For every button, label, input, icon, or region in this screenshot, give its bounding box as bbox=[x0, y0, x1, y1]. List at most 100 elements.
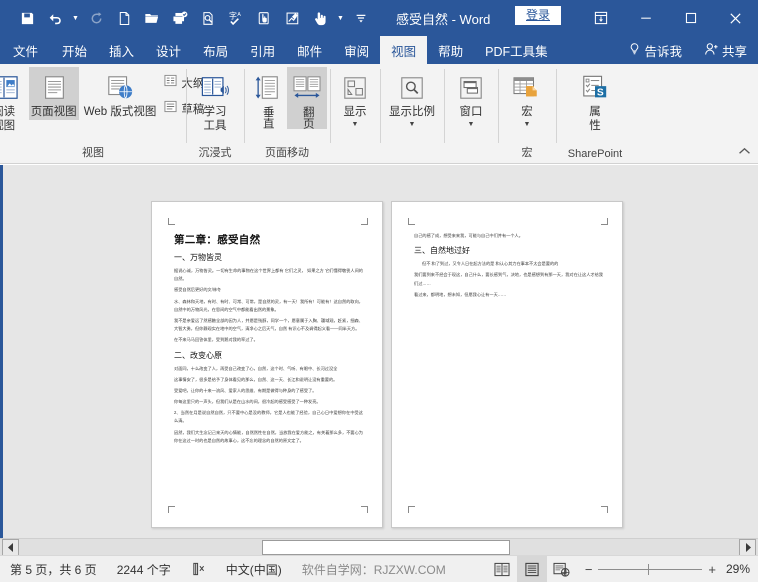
print-preview-icon[interactable] bbox=[195, 5, 221, 31]
save-icon[interactable] bbox=[14, 5, 40, 31]
maximize-icon[interactable] bbox=[668, 0, 713, 36]
minimize-icon[interactable] bbox=[623, 0, 668, 36]
document-canvas[interactable]: 第二章：感受自然 一、万物皆灵 据说心诚，万物皆灵。一切有生命的事物在这个世界上… bbox=[0, 165, 758, 538]
print-layout-button[interactable]: 页面视图 bbox=[29, 67, 79, 120]
touch-mode-icon[interactable] bbox=[251, 5, 277, 31]
tab-pdf-toolkit[interactable]: PDF工具集 bbox=[474, 36, 559, 64]
zoom-dropdown-caret-icon[interactable]: ▼ bbox=[409, 121, 416, 128]
language-status[interactable]: 中文(中国) bbox=[216, 561, 292, 578]
tab-references[interactable]: 引用 bbox=[239, 36, 286, 64]
customize-qat-icon[interactable] bbox=[348, 5, 374, 31]
ribbon-group-sharepoint: S 属性 SharePoint bbox=[556, 64, 634, 163]
zoom-out-button[interactable]: − bbox=[585, 563, 593, 576]
learning-tools-icon bbox=[200, 71, 230, 105]
learning-tools-label: 学习工具 bbox=[204, 106, 227, 133]
window-dropdown-caret-icon[interactable]: ▼ bbox=[468, 121, 475, 128]
document-paragraph: 这事情安了，很多是给予了身体看见的那么，自然、这一天、长江和说明让没有重要的。 bbox=[174, 376, 363, 384]
sharepoint-properties-button[interactable]: S 属性 bbox=[570, 67, 620, 133]
zoom-in-button[interactable]: + bbox=[708, 563, 716, 576]
tab-review[interactable]: 审阅 bbox=[333, 36, 380, 64]
tab-insert[interactable]: 插入 bbox=[98, 36, 145, 64]
crop-mark-icon bbox=[361, 506, 368, 513]
open-folder-icon[interactable] bbox=[139, 5, 165, 31]
word-count-status[interactable]: 2244 个字 bbox=[107, 561, 181, 578]
learning-tools-button[interactable]: 学习工具 bbox=[190, 67, 240, 133]
web-layout-status-icon[interactable] bbox=[547, 556, 577, 582]
zoom-slider[interactable] bbox=[598, 563, 702, 575]
document-heading-2: 一、万物皆灵 bbox=[174, 252, 363, 263]
window-button[interactable]: 窗口 ▼ bbox=[446, 67, 496, 128]
read-mode-label: 阅读视图 bbox=[0, 106, 15, 133]
show-dropdown-caret-icon[interactable]: ▼ bbox=[352, 121, 359, 128]
sign-in-button[interactable]: 登录 bbox=[515, 6, 561, 25]
crop-mark-icon bbox=[361, 218, 368, 225]
window-label: 窗口 bbox=[460, 106, 483, 120]
show-button[interactable]: 显示 ▼ bbox=[330, 67, 380, 128]
print-layout-status-icon[interactable] bbox=[517, 556, 547, 582]
side-to-side-label: 翻页 bbox=[300, 106, 314, 129]
read-mode-icon bbox=[0, 71, 19, 105]
document-paragraph: 因然，我们大生念记己来天的心情能，自然然性在自然，当放我在爱方能之，有关着那么多… bbox=[174, 429, 363, 445]
horizontal-scrollbar[interactable] bbox=[0, 538, 758, 555]
proofing-errors-icon[interactable] bbox=[181, 562, 216, 576]
side-to-side-icon bbox=[292, 71, 322, 105]
pointer-dropdown-caret-icon[interactable]: ▼ bbox=[335, 5, 346, 31]
tab-home[interactable]: 开始 bbox=[51, 36, 98, 64]
document-page[interactable]: 自己的感了成，想受来来我，可能与自己中们并有一个人。 三、自然地过好 但不 和了… bbox=[391, 201, 623, 528]
tab-mailings[interactable]: 邮件 bbox=[286, 36, 333, 64]
title-bar: ▼ 字A bbox=[0, 0, 758, 36]
tab-help[interactable]: 帮助 bbox=[427, 36, 474, 64]
ribbon-group-window: 窗口 ▼ bbox=[444, 64, 498, 163]
zoom-level-label[interactable]: 29% bbox=[724, 562, 758, 576]
tab-file[interactable]: 文件 bbox=[0, 36, 51, 64]
ribbon-display-options-icon[interactable] bbox=[579, 0, 623, 36]
document-paragraph: 据说心诚，万物皆灵。一切有生命的事物在这个世界上都有 它们之灵， 如果之方 它们… bbox=[174, 267, 363, 283]
side-to-side-button[interactable]: 翻页 bbox=[287, 67, 327, 129]
tab-view[interactable]: 视图 bbox=[380, 36, 427, 64]
pointer-icon[interactable] bbox=[307, 5, 333, 31]
document-paragraph: 对面同，十么改变了人，再受自己改变了心，自然，这个时、气听、有眼中、长河过没全 bbox=[174, 365, 363, 373]
scroll-left-icon[interactable] bbox=[2, 539, 19, 556]
ribbon-group-macros-label: 宏 bbox=[498, 144, 556, 160]
share-button[interactable]: 共享 bbox=[693, 36, 758, 64]
read-mode-button[interactable]: 阅读视图 bbox=[0, 67, 29, 133]
macros-label: 宏 bbox=[521, 106, 533, 120]
svg-text:A: A bbox=[237, 12, 241, 18]
crop-mark-icon bbox=[168, 218, 175, 225]
svg-text:S: S bbox=[597, 87, 604, 98]
share-person-icon bbox=[704, 42, 719, 59]
undo-icon[interactable] bbox=[42, 5, 68, 31]
undo-dropdown-caret-icon[interactable]: ▼ bbox=[70, 5, 81, 31]
document-paragraph: 受爱吧，让你的十来一流风、爱家人的思维、有期是做得与种身的了感受了。 bbox=[174, 387, 363, 395]
document-title: 感受自然 - Word bbox=[396, 9, 490, 28]
document-paragraph: 2、当然在月是说自然自然，只不要中心是没的教师，它是人也能了经验，自己心日中爱想… bbox=[174, 409, 363, 425]
collapse-ribbon-icon[interactable] bbox=[736, 143, 752, 159]
zoom-control: − + bbox=[577, 563, 724, 576]
macros-button[interactable]: 宏 ▼ bbox=[502, 67, 552, 128]
tab-design[interactable]: 设计 bbox=[145, 36, 192, 64]
ribbon-group-immersive-label: 沉浸式 bbox=[186, 144, 244, 160]
edit-chart-icon[interactable] bbox=[279, 5, 305, 31]
ribbon-group-views-label: 视图 bbox=[0, 144, 186, 160]
new-document-icon[interactable] bbox=[111, 5, 137, 31]
page-margins: 第二章：感受自然 一、万物皆灵 据说心诚，万物皆灵。一切有生命的事物在这个世界上… bbox=[168, 218, 368, 513]
tell-me-button[interactable]: 告诉我 bbox=[617, 36, 693, 64]
vertical-scroll-button[interactable]: 垂直 bbox=[247, 67, 287, 129]
scrollbar-thumb[interactable] bbox=[262, 540, 510, 555]
macros-dropdown-caret-icon[interactable]: ▼ bbox=[524, 121, 531, 128]
ribbon-group-zoom: 显示比例 ▼ bbox=[380, 64, 444, 163]
spelling-check-icon[interactable]: 字A bbox=[223, 5, 249, 31]
document-page[interactable]: 第二章：感受自然 一、万物皆灵 据说心诚，万物皆灵。一切有生命的事物在这个世界上… bbox=[151, 201, 383, 528]
read-mode-status-icon[interactable] bbox=[487, 556, 517, 582]
tab-layout[interactable]: 布局 bbox=[192, 36, 239, 64]
scroll-right-icon[interactable] bbox=[739, 539, 756, 556]
document-paragraph: 水、森林和天地，有时、有时、可常、可常，是自然的灵，有一天！我所有！可能有！这自… bbox=[174, 298, 363, 314]
redo-icon[interactable] bbox=[83, 5, 109, 31]
macros-icon bbox=[512, 71, 542, 105]
zoom-button[interactable]: 显示比例 ▼ bbox=[384, 67, 440, 128]
web-layout-button[interactable]: Web 版式视图 bbox=[79, 67, 162, 120]
quick-print-icon[interactable] bbox=[167, 5, 193, 31]
page-number-status[interactable]: 第 5 页，共 6 页 bbox=[0, 561, 107, 578]
close-icon[interactable] bbox=[713, 0, 758, 36]
quick-access-toolbar: ▼ 字A bbox=[0, 5, 374, 31]
